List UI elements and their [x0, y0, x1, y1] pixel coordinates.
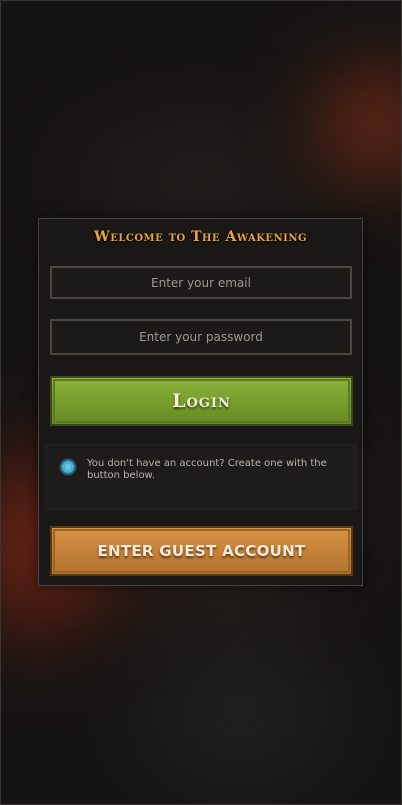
login-button[interactable]: Login [50, 376, 353, 426]
login-title: Welcome to The Awakening [93, 229, 308, 245]
enter-guest-account-button[interactable]: ENTER GUEST ACCOUNT [50, 526, 353, 576]
guest-button-label: ENTER GUEST ACCOUNT [97, 542, 306, 560]
password-field[interactable] [50, 319, 352, 355]
login-screen: Welcome to The Awakening Login You don't… [0, 0, 402, 805]
background-glow-bottom [120, 620, 360, 800]
notice-text: You don't have an account? Create one wi… [87, 458, 327, 481]
login-button-label: Login [172, 390, 231, 412]
create-account-notice: You don't have an account? Create one wi… [45, 444, 357, 510]
login-panel: Welcome to The Awakening Login You don't… [38, 218, 363, 586]
email-field[interactable] [50, 266, 352, 299]
info-dot-icon [60, 459, 76, 475]
